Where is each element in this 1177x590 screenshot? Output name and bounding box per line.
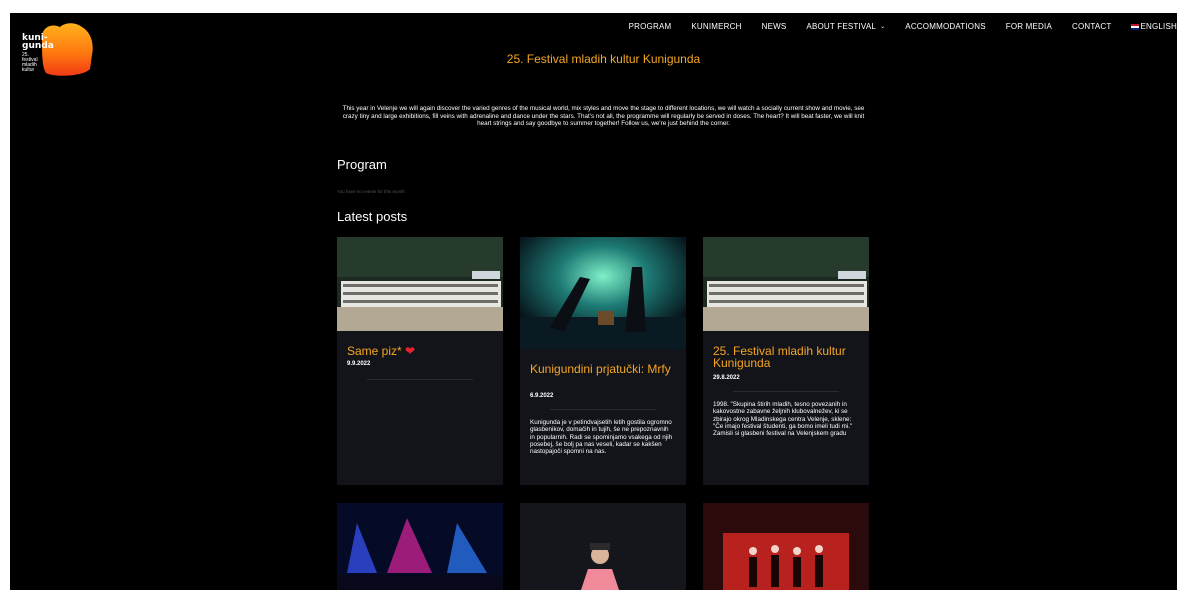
post-title[interactable]: 25. Festival mladih kultur Kunigunda	[713, 345, 863, 369]
program-heading: Program	[337, 157, 387, 172]
post-excerpt: 1998. "Skupina štirih mladih, tesno pove…	[713, 401, 853, 438]
divider	[550, 409, 656, 410]
nav-about-label: ABOUT FESTIVAL	[806, 22, 877, 31]
post-date: 6.9.2022	[530, 393, 554, 399]
post-card[interactable]: 25. Festival mladih kultur Kunigunda 29.…	[703, 237, 869, 485]
logo-wordmark: kuni- gunda	[22, 33, 54, 51]
uk-flag-icon	[1131, 23, 1140, 30]
page-title: 25. Festival mladih kultur Kunigunda	[506, 52, 701, 66]
post-image-portrait	[520, 503, 686, 590]
post-title[interactable]: Same piz* ❤	[347, 345, 415, 357]
divider	[733, 391, 839, 392]
nav-program[interactable]: PROGRAM	[629, 22, 672, 31]
language-label: ENGLISH	[1140, 22, 1177, 31]
post-title-text: Same piz*	[347, 344, 402, 358]
nav-accommodations[interactable]: ACCOMMODATIONS	[905, 22, 985, 31]
post-card[interactable]: Same piz* ❤ 9.9.2022	[337, 237, 503, 485]
nav-contact[interactable]: CONTACT	[1072, 22, 1111, 31]
site-logo[interactable]: kuni- gunda 25. festival mladih kultur	[20, 23, 93, 79]
no-events-message: You have no events for this month	[337, 189, 405, 194]
page: kuni- gunda 25. festival mladih kultur P…	[10, 13, 1177, 590]
post-image-concert-stage	[520, 237, 686, 349]
latest-posts-heading: Latest posts	[337, 209, 408, 224]
post-card[interactable]	[520, 503, 686, 590]
post-image-group-photo	[703, 237, 869, 331]
language-switcher[interactable]: ENGLISH	[1131, 22, 1177, 31]
divider	[367, 379, 473, 380]
post-image-group-photo	[337, 237, 503, 331]
chevron-down-icon: ⌄	[880, 24, 886, 30]
heart-icon: ❤	[405, 344, 416, 358]
nav-kunimerch[interactable]: KUNIMERCH	[691, 22, 741, 31]
post-title[interactable]: Kunigundini prjatučki: Mrfy	[530, 363, 675, 375]
main-nav: PROGRAM KUNIMERCH NEWS ABOUT FESTIVAL ⌄ A…	[609, 22, 1177, 31]
post-image-concert-lights	[337, 503, 503, 590]
post-card[interactable]	[703, 503, 869, 590]
post-excerpt: Kunigunda je v petindvajsetih letih gost…	[530, 419, 673, 456]
nav-about-festival[interactable]: ABOUT FESTIVAL ⌄	[806, 22, 885, 31]
nav-for-media[interactable]: FOR MEDIA	[1006, 22, 1052, 31]
logo-subtitle: 25. festival mladih kultur	[22, 52, 38, 73]
post-date: 9.9.2022	[347, 361, 371, 367]
post-card[interactable]	[337, 503, 503, 590]
post-card[interactable]: Kunigundini prjatučki: Mrfy 6.9.2022 Kun…	[520, 237, 686, 485]
post-image-band-stage	[703, 503, 869, 590]
nav-news[interactable]: NEWS	[762, 22, 787, 31]
intro-text: This year in Velenje we will again disco…	[342, 105, 865, 128]
post-date: 29.8.2022	[713, 375, 740, 381]
